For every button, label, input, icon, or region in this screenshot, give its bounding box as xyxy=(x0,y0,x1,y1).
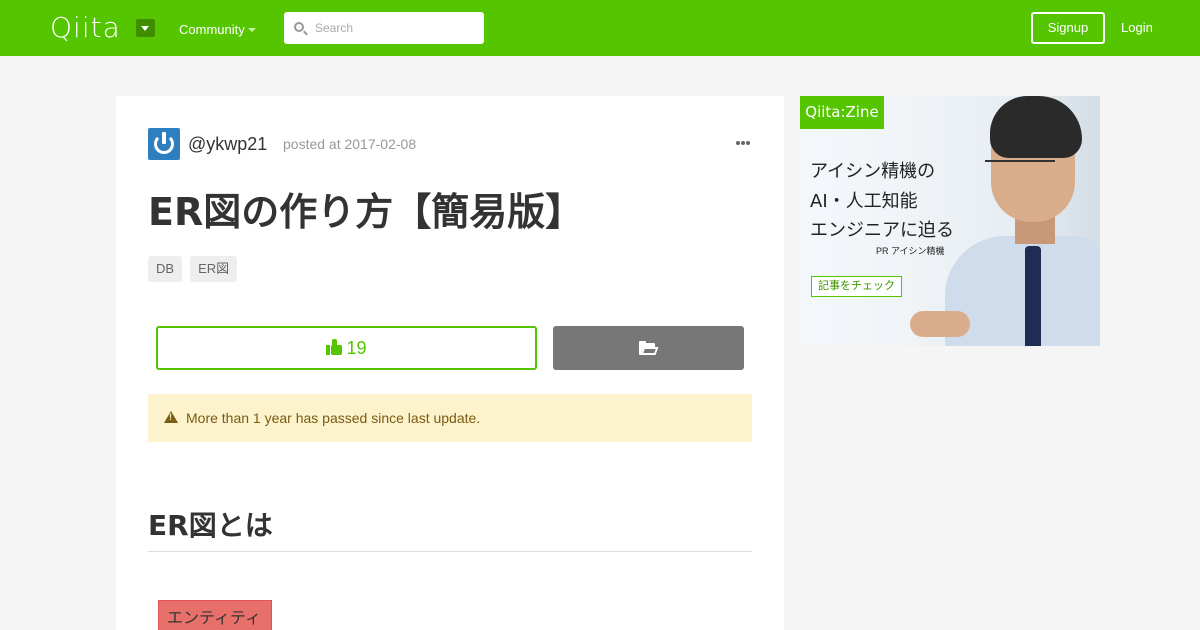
more-options-icon[interactable] xyxy=(736,141,751,145)
logo-menu-dropdown-icon[interactable] xyxy=(136,19,155,37)
author-username[interactable]: @ykwp21 xyxy=(188,133,267,155)
top-navbar: Qiita Community Signup Login xyxy=(0,0,1200,56)
tag-er-diagram[interactable]: ER図 xyxy=(190,256,238,282)
alert-text: More than 1 year has passed since last u… xyxy=(186,410,481,426)
ad-photo-person xyxy=(910,96,1100,346)
chevron-down-icon[interactable] xyxy=(248,28,256,32)
sidebar-ad-banner[interactable]: Qiita:Zine アイシン精機の AI・人工知能 エンジニアに迫る PR ア… xyxy=(800,96,1100,346)
heading-divider xyxy=(148,551,752,552)
like-count: 19 xyxy=(346,338,367,358)
outdated-alert: More than 1 year has passed since last u… xyxy=(148,394,752,442)
search-box[interactable] xyxy=(284,12,484,44)
tag-db[interactable]: DB xyxy=(148,256,183,282)
login-link[interactable]: Login xyxy=(1121,20,1153,36)
warning-icon xyxy=(164,411,178,423)
thumbs-up-icon xyxy=(326,339,343,355)
search-icon xyxy=(294,22,304,32)
ad-headline-2: AI・人工知能 xyxy=(810,191,918,212)
search-input[interactable] xyxy=(315,18,475,38)
signup-button[interactable]: Signup xyxy=(1031,12,1105,44)
ad-headline-3: エンジニアに迫る xyxy=(810,220,954,241)
ad-pr-label: PR アイシン精機 xyxy=(876,246,945,256)
ad-brand-badge: Qiita:Zine xyxy=(800,96,884,129)
folder-open-icon xyxy=(639,341,659,355)
avatar[interactable] xyxy=(148,128,180,160)
posted-date: posted at 2017-02-08 xyxy=(283,136,417,152)
ad-cta-button[interactable]: 記事をチェック xyxy=(811,276,902,297)
section-heading: ER図とは xyxy=(148,509,273,542)
ad-headline-1: アイシン精機の xyxy=(810,161,936,182)
qiita-logo[interactable]: Qiita xyxy=(50,12,121,44)
stock-button[interactable] xyxy=(553,326,744,370)
entity-box: エンティティ xyxy=(158,600,272,630)
tag-list: DB ER図 xyxy=(148,256,245,282)
community-nav-link[interactable]: Community xyxy=(179,21,245,39)
like-button[interactable]: 19 xyxy=(156,326,537,370)
article-title: ER図の作り方【簡易版】 xyxy=(148,190,584,234)
article-card: @ykwp21 posted at 2017-02-08 ER図の作り方【簡易版… xyxy=(116,96,784,630)
